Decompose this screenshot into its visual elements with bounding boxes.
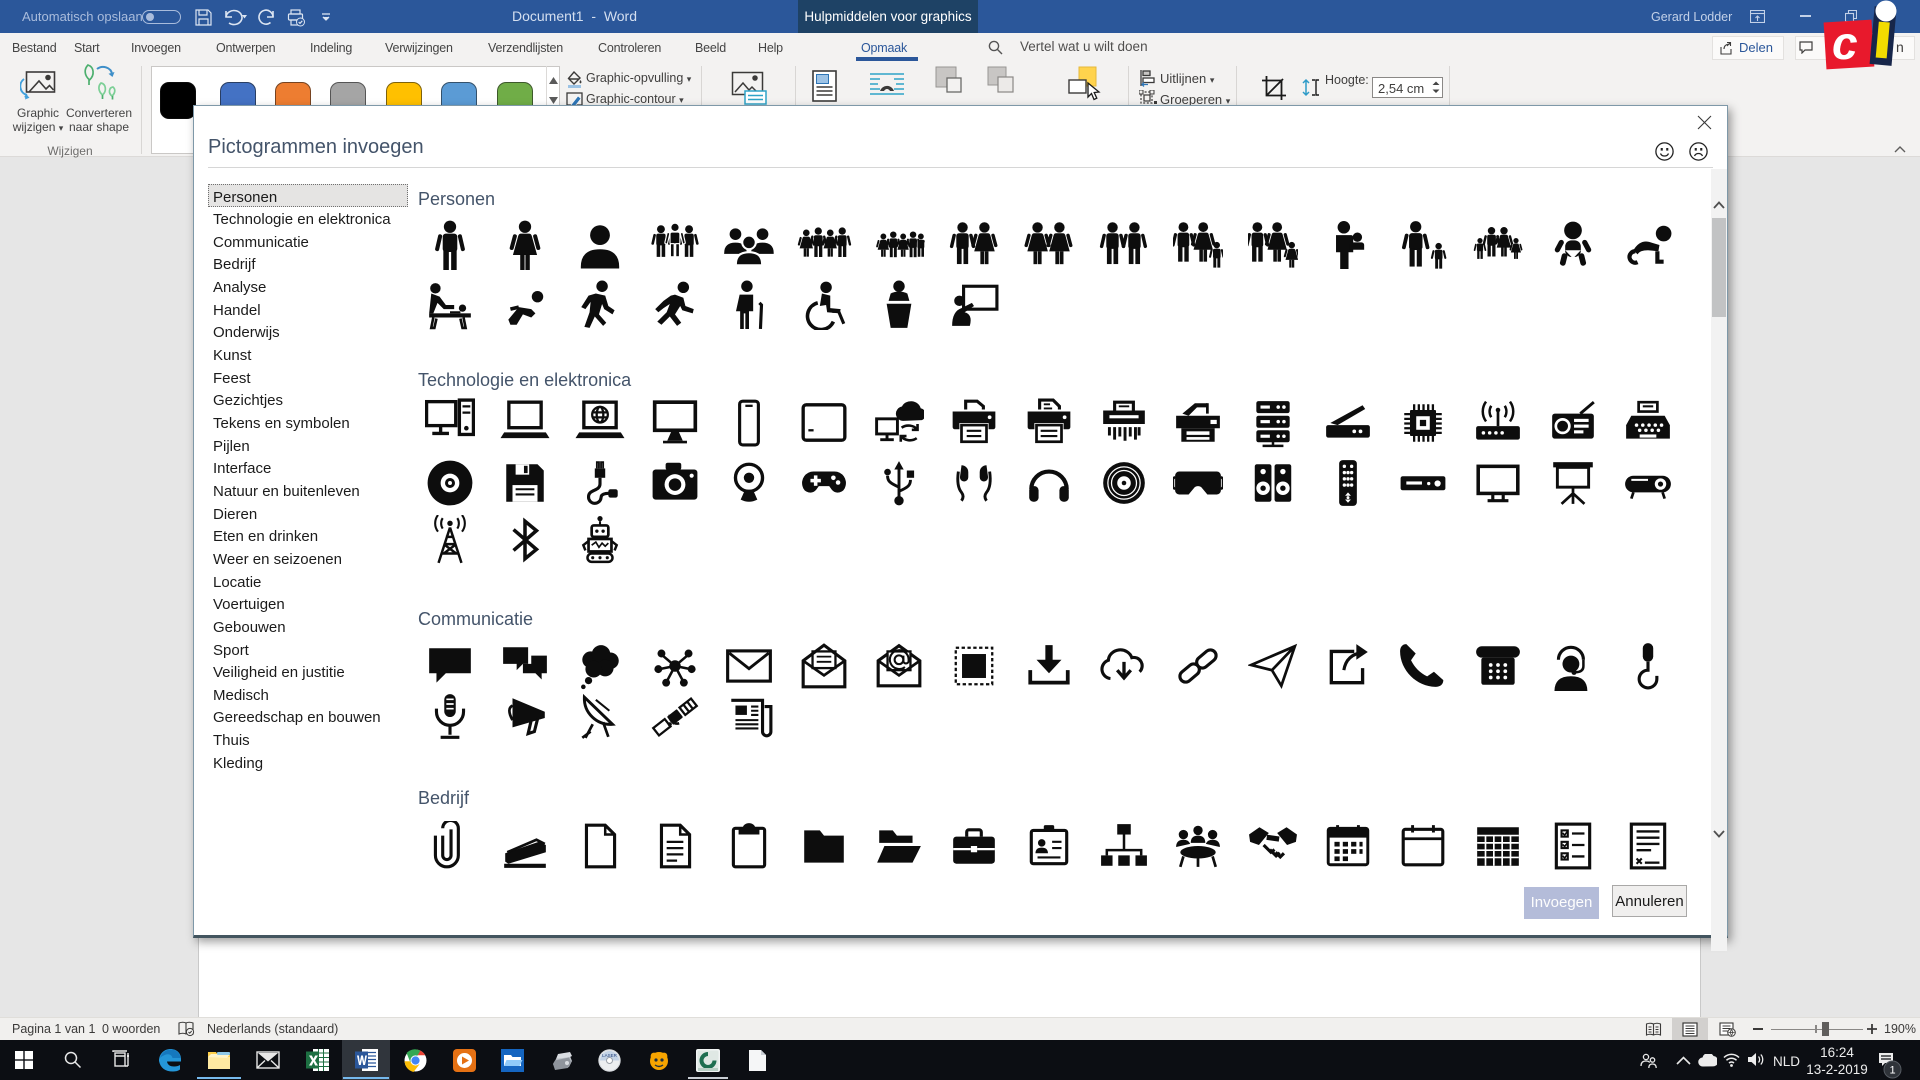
svg-text:1: 1 xyxy=(1889,1065,1895,1077)
svg-text:LASER: LASER xyxy=(602,1053,618,1058)
svg-text:c: c xyxy=(1832,17,1858,69)
